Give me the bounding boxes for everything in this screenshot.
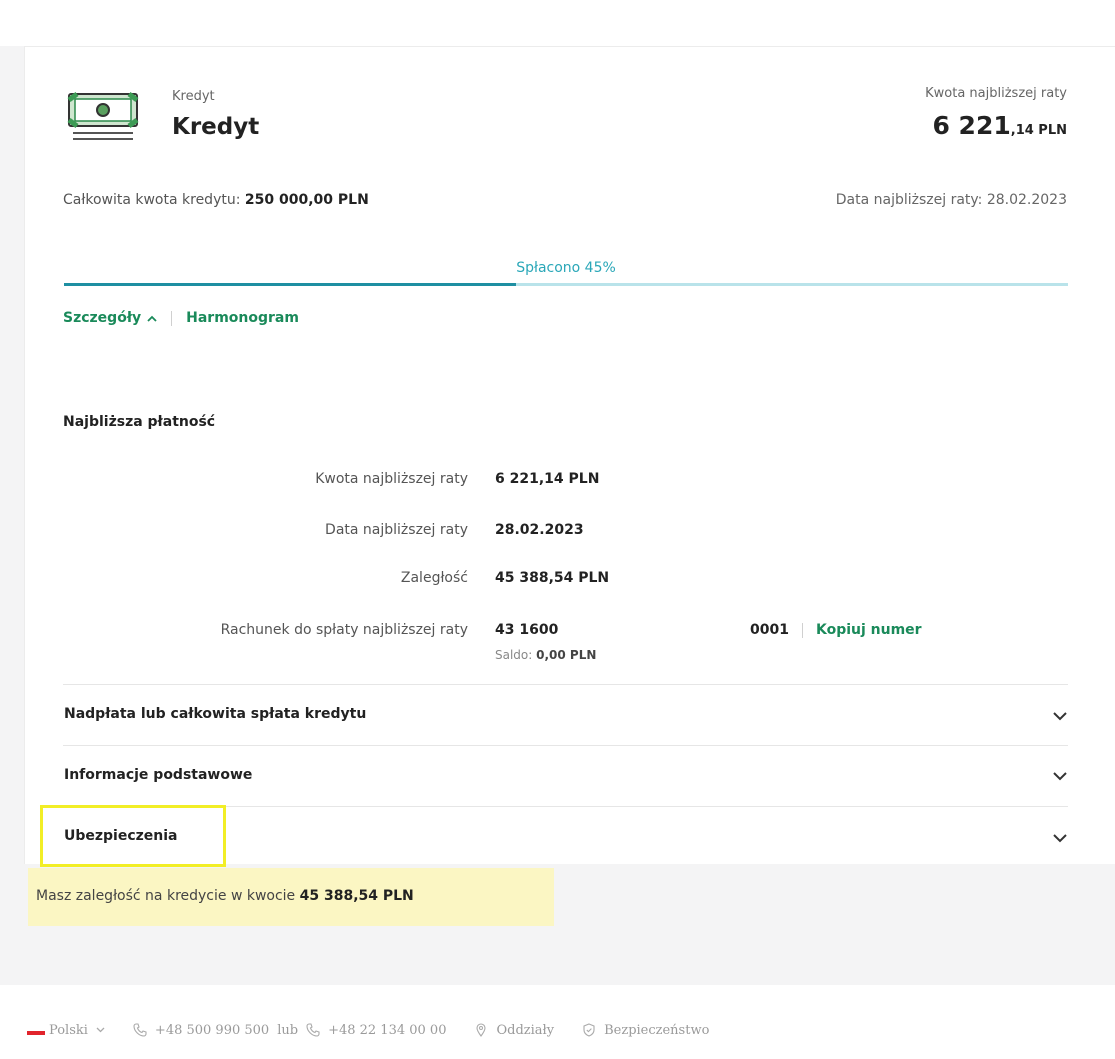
copy-number-link[interactable]: Kopiuj numer — [816, 622, 922, 638]
amount-main: 6 221 — [932, 111, 1011, 140]
account-balance: Saldo: 0,00 PLN — [495, 648, 596, 662]
product-category: Kredyt — [172, 89, 215, 104]
total-value: 250 000,00 PLN — [244, 192, 369, 208]
accordion-overpayment[interactable]: Nadpłata lub całkowita spłata kredytu — [64, 706, 366, 722]
shield-icon — [583, 1023, 595, 1037]
row-value-date: 28.02.2023 — [495, 522, 584, 538]
chevron-down-icon[interactable] — [1052, 833, 1068, 843]
total-label: Całkowita kwota kredytu: — [63, 192, 241, 208]
banknote-icon — [67, 92, 139, 140]
poland-flag-icon — [27, 1031, 45, 1035]
saldo-value: 0,00 PLN — [536, 648, 597, 662]
next-installment-label: Kwota najbliższej raty — [925, 86, 1067, 101]
account-tail-group: 0001 Kopiuj numer — [750, 622, 922, 638]
language-label: Polski — [49, 1022, 88, 1038]
chevron-up-icon — [147, 315, 157, 322]
repaid-progress-bar — [64, 283, 1068, 286]
detail-tabs: Szczegóły Harmonogram — [63, 310, 299, 326]
phone-2-number: +48 22 134 00 00 — [328, 1022, 447, 1038]
row-label-arrears: Zaległość — [400, 570, 468, 586]
account-number-tail: 0001 — [750, 622, 789, 638]
arrears-alert-text: Masz zaległość na kredycie w kwocie 45 3… — [36, 888, 414, 904]
security-link[interactable]: Bezpieczeństwo — [582, 1023, 709, 1038]
footer: Polski +48 500 990 500 lub +48 22 134 00… — [27, 1020, 709, 1040]
phone-or: lub — [277, 1022, 299, 1038]
product-name: Kredyt — [172, 114, 260, 140]
alert-message: Masz zaległość na kredycie w kwocie — [36, 888, 296, 904]
row-label-date: Data najbliższej raty — [325, 522, 468, 538]
top-bar — [0, 0, 1115, 46]
chevron-down-icon[interactable] — [1052, 711, 1068, 721]
amount-fraction: ,14 PLN — [1010, 123, 1067, 138]
total-loan-amount: Całkowita kwota kredytu: 250 000,00 PLN — [63, 192, 369, 208]
date-value: 28.02.2023 — [986, 192, 1067, 208]
divider — [63, 745, 1068, 746]
row-value-arrears: 45 388,54 PLN — [495, 570, 610, 586]
divider — [63, 684, 1068, 685]
tab-details[interactable]: Szczegóły — [63, 310, 157, 326]
repaid-progress-fill — [64, 283, 516, 286]
location-pin-icon — [476, 1023, 487, 1037]
tab-schedule[interactable]: Harmonogram — [186, 310, 299, 326]
language-selector[interactable]: Polski — [27, 1023, 105, 1038]
repaid-progress-label: Spłacono 45% — [516, 260, 616, 276]
account-divider — [801, 622, 803, 638]
date-label: Data najbliższej raty: — [835, 192, 983, 208]
next-installment-amount: 6 221,14 PLN — [932, 111, 1067, 140]
row-value-amount: 6 221,14 PLN — [495, 471, 600, 487]
row-value-account: 43 1600 — [495, 622, 559, 638]
saldo-label: Saldo: — [495, 648, 533, 662]
chevron-down-icon — [96, 1027, 105, 1033]
chevron-down-icon[interactable] — [1052, 771, 1068, 781]
branches-label: Oddziały — [496, 1022, 555, 1038]
security-label: Bezpieczeństwo — [604, 1022, 710, 1038]
branches-link[interactable]: Oddziały — [474, 1023, 554, 1038]
tab-details-label: Szczegóły — [63, 310, 142, 326]
phone-2[interactable]: +48 22 134 00 00 — [306, 1023, 446, 1038]
accordion-basic-info[interactable]: Informacje podstawowe — [64, 767, 252, 783]
row-label-amount: Kwota najbliższej raty — [315, 471, 468, 487]
alert-amount: 45 388,54 PLN — [299, 888, 414, 904]
loan-card — [24, 46, 1115, 864]
phone-icon — [306, 1023, 320, 1037]
highlight-frame — [40, 805, 226, 867]
phone-1-number: +48 500 990 500 — [154, 1022, 270, 1038]
next-payment-title: Najbliższa płatność — [63, 414, 216, 430]
tab-divider — [171, 310, 173, 326]
row-label-account: Rachunek do spłaty najbliższej raty — [220, 622, 468, 638]
phone-icon — [133, 1023, 147, 1037]
phone-1[interactable]: +48 500 990 500 — [133, 1023, 269, 1038]
next-installment-date: Data najbliższej raty: 28.02.2023 — [836, 192, 1067, 208]
